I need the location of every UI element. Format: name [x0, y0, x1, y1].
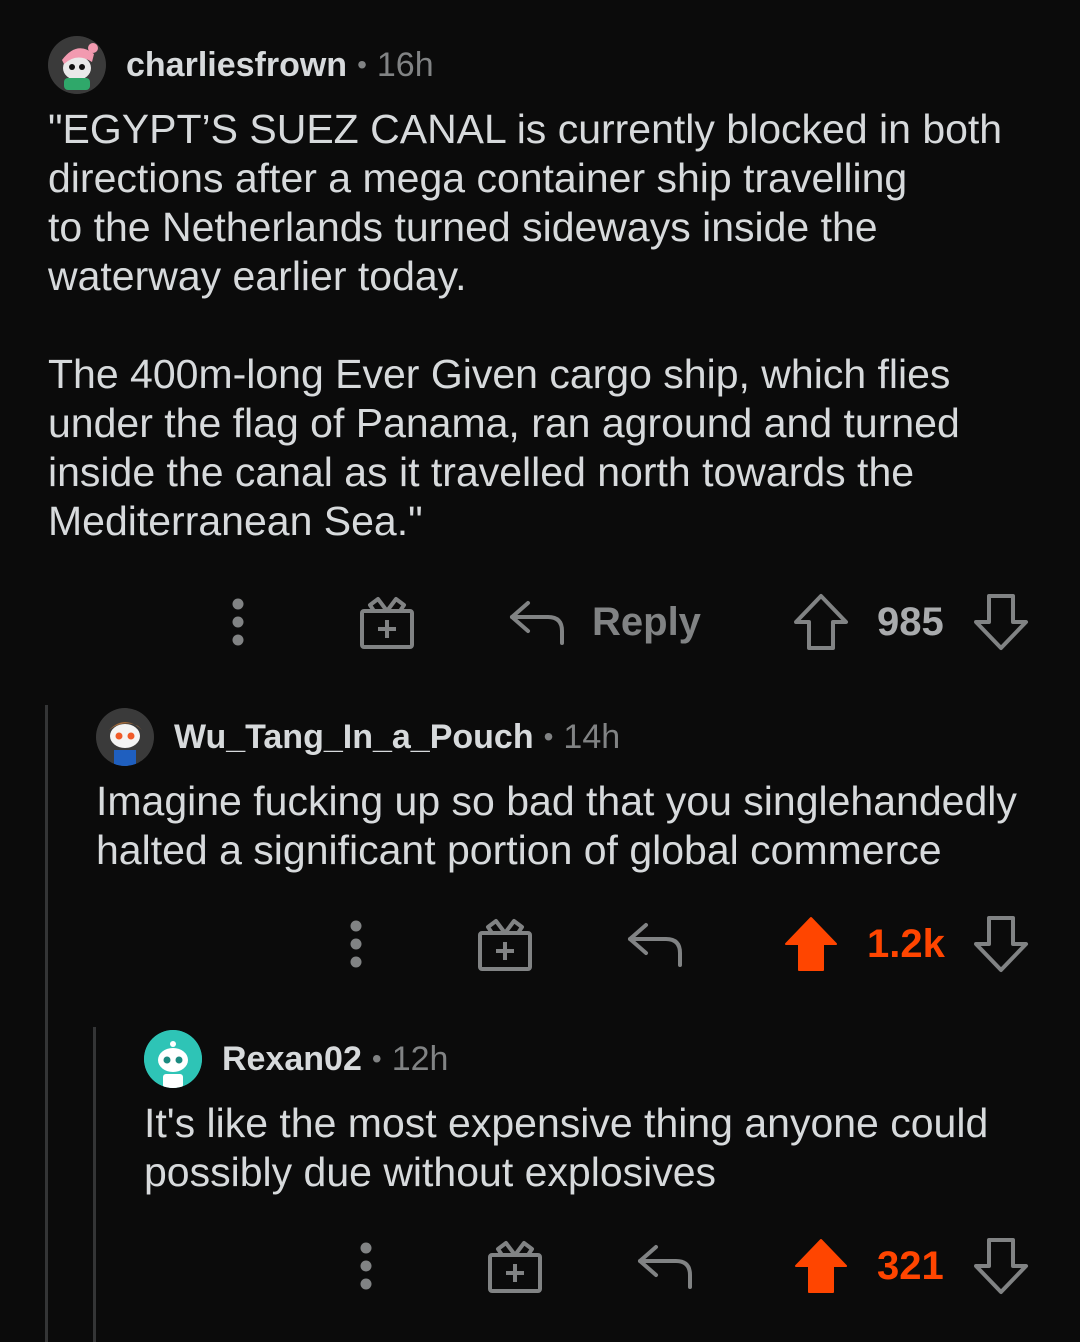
reply-arrow-icon [510, 601, 564, 645]
reply-arrow-icon [638, 1245, 692, 1289]
downvote-arrow-icon [974, 916, 1028, 972]
avatar-icon [144, 1030, 202, 1088]
timestamp: 14h [563, 717, 621, 756]
downvote-button[interactable] [973, 587, 1031, 657]
separator-dot: • [371, 1043, 382, 1074]
award-button[interactable] [486, 1231, 546, 1301]
gift-award-icon [360, 597, 414, 649]
upvote-button[interactable] [793, 587, 851, 657]
user-avatar[interactable] [96, 708, 154, 766]
reply-button[interactable] [626, 909, 686, 979]
upvote-button[interactable] [793, 1231, 851, 1301]
comment-header: Rexan02 • 12h [144, 1029, 448, 1089]
upvote-arrow-icon [785, 917, 837, 971]
more-vertical-icon [360, 1242, 372, 1290]
more-vertical-icon [232, 598, 244, 646]
vote-score: 985 [877, 599, 944, 644]
comment-body: Imagine fucking up so bad that you singl… [96, 778, 1017, 873]
separator-dot: • [357, 49, 367, 80]
comment-header: charliesfrown • 16h [48, 35, 434, 95]
comment-actions: 321 [0, 1231, 1080, 1301]
comment-actions: 1.2k [0, 909, 1080, 979]
vote-score: 321 [877, 1243, 944, 1288]
more-options-button[interactable] [350, 1231, 382, 1301]
reply-button[interactable] [636, 1231, 696, 1301]
comment-body: "EGYPT’S SUEZ CANAL is currently blocked… [48, 106, 1003, 544]
username[interactable]: Wu_Tang_In_a_Pouch [174, 718, 534, 757]
user-avatar[interactable] [48, 36, 106, 94]
username[interactable]: Rexan02 [222, 1040, 362, 1079]
reply-label: Reply [592, 599, 701, 644]
separator-dot: • [543, 721, 554, 752]
downvote-button[interactable] [973, 909, 1031, 979]
user-avatar[interactable] [144, 1030, 202, 1088]
comment-body: It's like the most expensive thing anyon… [144, 1100, 989, 1195]
timestamp: 12h [391, 1039, 449, 1078]
comment-actions: Reply 985 [0, 587, 1080, 657]
award-button[interactable] [358, 587, 418, 657]
gift-award-icon [488, 1241, 542, 1293]
upvote-arrow-icon [794, 594, 848, 650]
gift-award-icon [478, 919, 532, 971]
avatar-icon [96, 708, 154, 766]
comment-header: Wu_Tang_In_a_Pouch • 14h [96, 707, 620, 767]
more-options-button[interactable] [340, 909, 372, 979]
username[interactable]: charliesfrown [126, 46, 347, 85]
reply-arrow-icon [628, 923, 682, 967]
more-options-button[interactable] [222, 587, 254, 657]
timestamp: 16h [376, 45, 434, 84]
vote-score: 1.2k [867, 921, 945, 966]
reply-button[interactable]: Reply [508, 587, 708, 657]
more-vertical-icon [350, 920, 362, 968]
upvote-arrow-icon [795, 1239, 847, 1293]
upvote-button[interactable] [783, 909, 841, 979]
downvote-arrow-icon [974, 594, 1028, 650]
avatar-icon [48, 36, 106, 94]
award-button[interactable] [476, 909, 536, 979]
downvote-button[interactable] [973, 1231, 1031, 1301]
downvote-arrow-icon [974, 1238, 1028, 1294]
